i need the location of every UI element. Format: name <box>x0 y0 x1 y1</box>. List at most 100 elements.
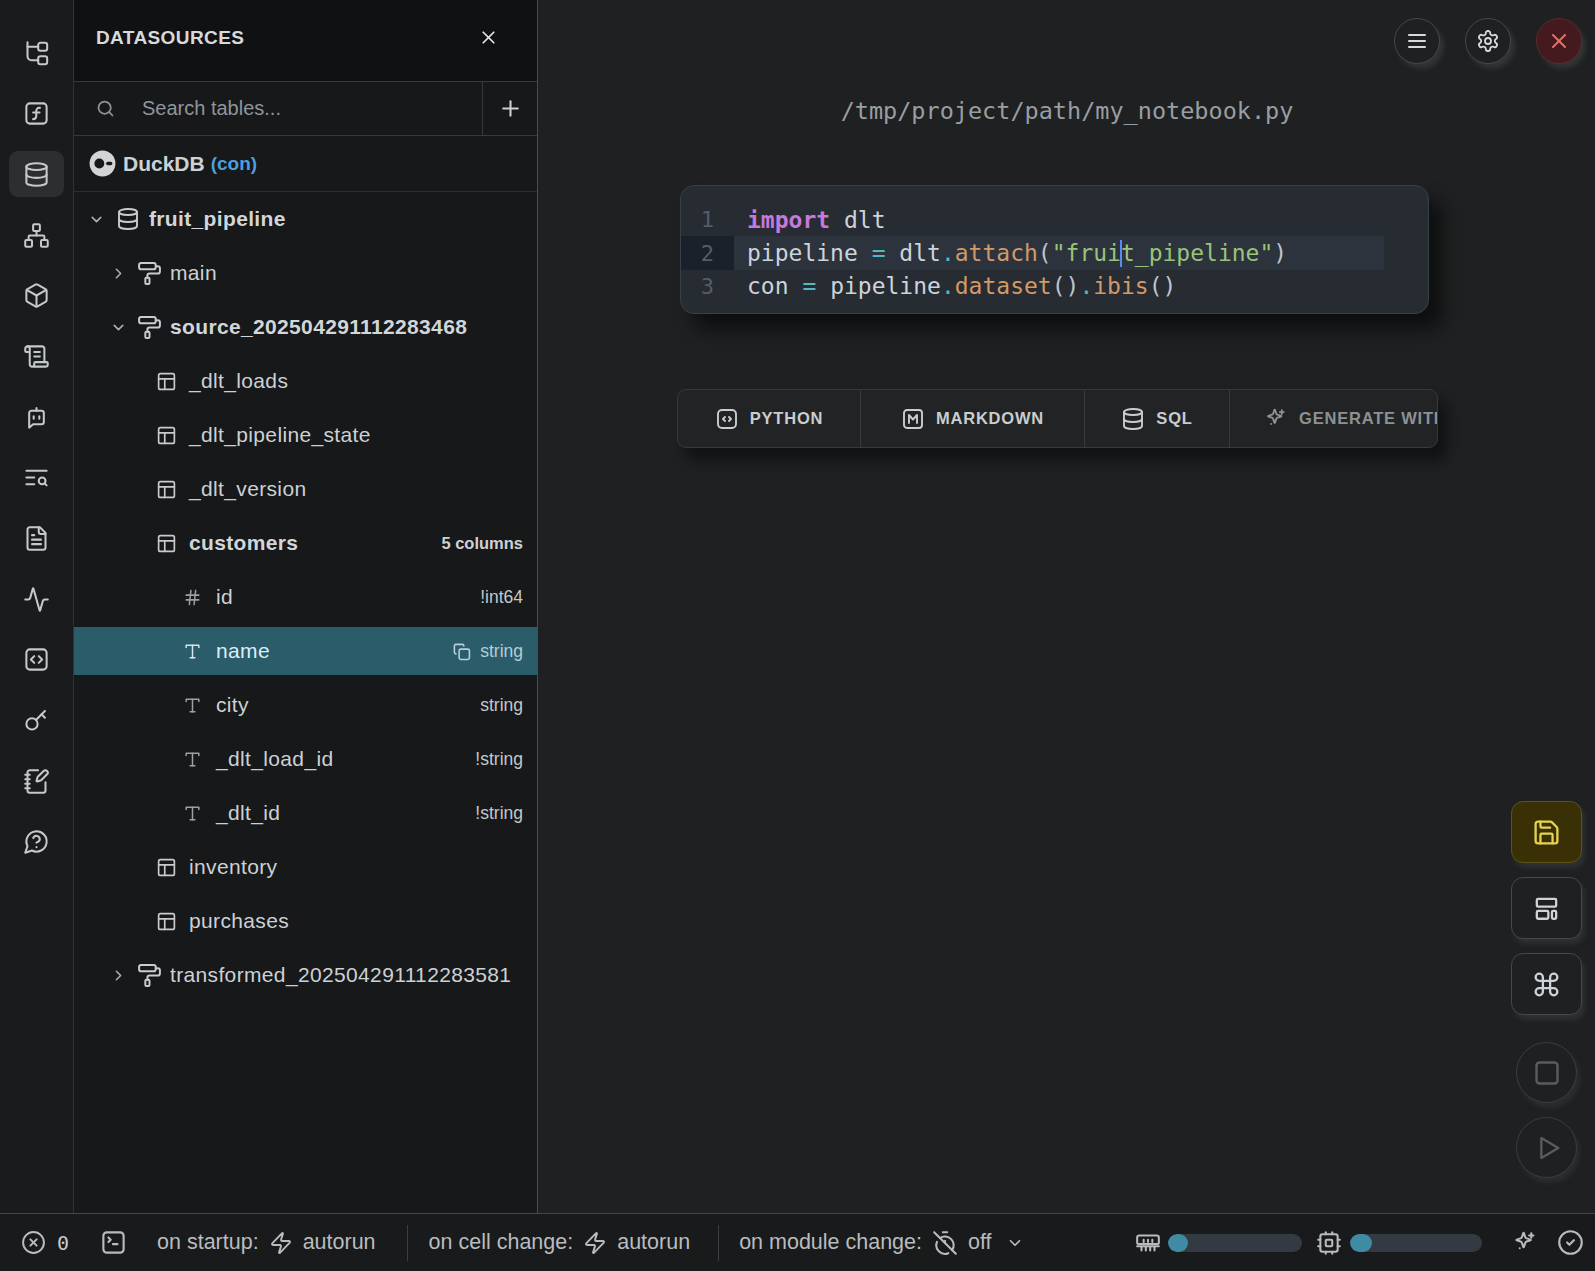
text-type-icon <box>183 804 202 823</box>
layout-panels-icon <box>1532 894 1561 923</box>
terminal-icon <box>100 1229 127 1256</box>
tree-label: purchases <box>189 909 289 933</box>
add-markdown-cell-button[interactable]: MARKDOWN <box>860 390 1084 447</box>
column-type-label: string <box>480 695 537 716</box>
notebook-filepath[interactable]: /tmp/project/path/my_notebook.py <box>539 97 1595 125</box>
chevron-right-icon[interactable] <box>110 265 127 282</box>
menu-button[interactable] <box>1394 18 1440 64</box>
button-label: MARKDOWN <box>936 409 1044 428</box>
table-icon <box>156 857 177 878</box>
divider <box>407 1225 408 1261</box>
tree-row-schema[interactable]: main <box>74 246 537 300</box>
line-number: 3 <box>681 274 734 299</box>
table-icon <box>156 911 177 932</box>
on-cell-change-label: on cell change: <box>429 1230 574 1255</box>
search-input[interactable] <box>142 97 422 120</box>
status-bar: 0 on startup: autorun on cell change: au… <box>0 1213 1595 1271</box>
cpu-meter <box>1350 1234 1482 1252</box>
add-sql-cell-button[interactable]: SQL <box>1084 390 1229 447</box>
tree-row-table[interactable]: _dlt_version <box>74 462 537 516</box>
code-token: pipeline <box>747 240 858 266</box>
top-actions <box>1394 18 1582 64</box>
tree-row-table[interactable]: inventory <box>74 840 537 894</box>
chevron-down-icon[interactable] <box>110 319 127 336</box>
line-number: 2 <box>681 236 734 269</box>
on-cell-change-setting[interactable]: on cell change: autorun <box>429 1230 691 1255</box>
tree-row-schema[interactable]: transformed_202504291112283581 <box>74 948 537 1002</box>
code-line-content: con = pipeline.dataset().ibis() <box>734 270 1384 303</box>
rail-datasources-button[interactable] <box>9 151 64 197</box>
rail-outline-button[interactable] <box>9 576 64 622</box>
tree-row-column[interactable]: id !int64 <box>74 570 537 624</box>
sparkles-icon <box>1264 407 1288 431</box>
schema-icon <box>137 963 162 988</box>
tree-row-table[interactable]: _dlt_pipeline_state <box>74 408 537 462</box>
text-type-icon <box>183 642 202 661</box>
on-startup-setting[interactable]: on startup: autorun <box>157 1230 376 1255</box>
tree-row-column[interactable]: _dlt_load_id !string <box>74 732 537 786</box>
datasources-panel: DATASOURCES DuckDB (con) <box>74 0 538 1213</box>
rail-ai-chat-button[interactable] <box>9 394 64 440</box>
tree-label: id <box>216 585 233 609</box>
chevron-right-icon[interactable] <box>110 967 127 984</box>
tree-row-table[interactable]: _dlt_loads <box>74 354 537 408</box>
text-type-icon <box>183 750 202 769</box>
tree-label: name <box>216 639 270 663</box>
tree-row-column[interactable]: _dlt_id !string <box>74 786 537 840</box>
stop-button[interactable] <box>1516 1042 1577 1103</box>
code-token <box>858 240 872 266</box>
close-panel-icon[interactable] <box>475 25 501 51</box>
layout-button[interactable] <box>1511 877 1582 939</box>
shutdown-button[interactable] <box>1536 18 1582 64</box>
rail-help-button[interactable] <box>9 819 64 865</box>
on-module-change-setting[interactable]: on module change: off <box>739 1230 1023 1256</box>
rail-file-explorer-button[interactable] <box>9 30 64 76</box>
tree-label: _dlt_pipeline_state <box>189 423 371 447</box>
terminal-button[interactable] <box>100 1229 127 1256</box>
function-square-icon <box>23 100 50 127</box>
tree-row-table[interactable]: purchases <box>74 894 537 948</box>
chevron-down-icon[interactable] <box>88 211 105 228</box>
line-number: 1 <box>681 207 734 232</box>
tree-row-column-selected[interactable]: name string <box>74 624 537 678</box>
error-counter[interactable]: 0 <box>21 1230 69 1255</box>
on-startup-label: on startup: <box>157 1230 259 1255</box>
connection-status-icon[interactable] <box>1557 1229 1584 1256</box>
rail-packages-button[interactable] <box>9 273 64 319</box>
sparkles-icon[interactable] <box>1512 1230 1538 1256</box>
code-cell[interactable]: 1 import dlt 2 pipeline = dlt.attach("fr… <box>680 185 1429 314</box>
tree-row-column[interactable]: city string <box>74 678 537 732</box>
duckdb-logo <box>89 150 116 177</box>
engine-name: DuckDB <box>123 152 205 176</box>
keyboard-shortcuts-button[interactable] <box>1511 953 1582 1015</box>
tree-row-table[interactable]: customers 5 columns <box>74 516 537 570</box>
tree-row-database[interactable]: fruit_pipeline <box>74 192 537 246</box>
rail-logs-button[interactable] <box>9 333 64 379</box>
add-python-cell-button[interactable]: PYTHON <box>678 390 860 447</box>
rail-snippets-button[interactable] <box>9 637 64 683</box>
divider <box>718 1225 719 1261</box>
datasources-header: DATASOURCES <box>74 0 537 82</box>
left-icon-rail <box>0 0 74 1213</box>
tree-row-schema[interactable]: source_202504291112283468 <box>74 300 537 354</box>
rail-scratchpad-button[interactable] <box>9 758 64 804</box>
column-count-label: 5 columns <box>441 534 537 553</box>
copy-icon[interactable] <box>452 642 471 661</box>
code-square-icon <box>715 407 739 431</box>
code-line-active: 2 pipeline = dlt.attach("fruit_pipeline"… <box>681 236 1428 269</box>
rail-variables-button[interactable] <box>9 91 64 137</box>
save-button[interactable] <box>1511 801 1582 863</box>
on-module-change-value: off <box>968 1230 992 1255</box>
add-datasource-button[interactable] <box>482 82 537 135</box>
run-button[interactable] <box>1516 1117 1577 1178</box>
code-token: = <box>872 240 886 266</box>
code-token: . <box>941 273 955 299</box>
code-token: dlt <box>899 240 941 266</box>
rail-dependencies-button[interactable] <box>9 212 64 258</box>
generate-with-ai-button[interactable]: GENERATE WITH AI <box>1229 390 1437 447</box>
rail-documentation-button[interactable] <box>9 516 64 562</box>
rail-secrets-button[interactable] <box>9 698 64 744</box>
settings-button[interactable] <box>1465 18 1511 64</box>
engine-row[interactable]: DuckDB (con) <box>74 136 537 192</box>
rail-tracebacks-button[interactable] <box>9 455 64 501</box>
